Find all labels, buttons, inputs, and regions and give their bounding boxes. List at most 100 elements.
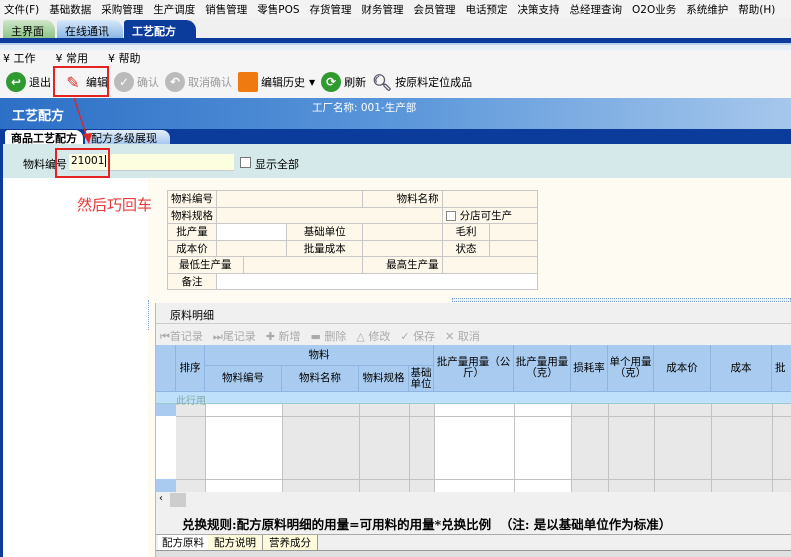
cost-price-field[interactable] xyxy=(215,239,288,257)
col-material-name[interactable]: 物料名称 xyxy=(282,366,359,392)
last-record-button[interactable]: ⏭尾记录 xyxy=(213,328,256,344)
tab-home[interactable]: 主界面 xyxy=(3,20,55,38)
col-batch-kg[interactable]: 批产量用量（公斤） xyxy=(434,345,514,392)
name-field[interactable] xyxy=(441,190,539,208)
filter-row[interactable]: 此行用 xyxy=(156,392,791,407)
modify-button[interactable]: △ 修改 xyxy=(356,328,390,344)
spec-field[interactable] xyxy=(216,206,443,224)
batch-cost-label: 批量成本 xyxy=(286,239,364,257)
cancel-button[interactable]: ✕ 取消 xyxy=(445,328,480,344)
base-unit-field[interactable] xyxy=(362,223,443,241)
col-line xyxy=(772,404,773,492)
splitter[interactable] xyxy=(452,298,791,302)
branch-checkbox[interactable] xyxy=(445,210,456,221)
col-material-spec[interactable]: 物料规格 xyxy=(359,366,409,392)
col-unit-usage[interactable]: 单个用量（克） xyxy=(608,345,654,392)
min-field[interactable] xyxy=(242,256,364,274)
name-label: 物料名称 xyxy=(362,190,443,208)
menu-sales[interactable]: 销售管理 xyxy=(205,2,247,17)
col-batch-g[interactable]: 批产量用量（克） xyxy=(514,345,571,392)
tab-multilevel-formula[interactable]: 配方多级展现 xyxy=(85,130,170,145)
menu-finance[interactable]: 财务管理 xyxy=(362,2,404,17)
col-cost[interactable]: 成本 xyxy=(711,345,772,392)
tab-online-chat[interactable]: 在线通讯 xyxy=(57,20,123,38)
submenu-work-label: 工作 xyxy=(13,52,36,65)
divider xyxy=(156,323,791,324)
scroll-left-icon[interactable]: ‹ xyxy=(159,493,163,504)
col-loss-rate[interactable]: 损耗率 xyxy=(571,345,608,392)
gross-field[interactable] xyxy=(489,223,538,241)
filter-row-label: 此行用 xyxy=(176,396,206,407)
col-line xyxy=(282,404,283,492)
first-record-button[interactable]: ⏮首记录 xyxy=(160,328,203,344)
col-sort[interactable]: 排序 xyxy=(176,345,205,392)
note-field[interactable] xyxy=(216,272,538,290)
show-all-label: 显示全部 xyxy=(255,158,299,171)
branch-producible[interactable]: 分店可生产 xyxy=(441,206,539,224)
locate-label: 按原料定位成品 xyxy=(395,76,473,89)
row-header-corner xyxy=(156,345,176,392)
highlight-edit-box xyxy=(53,66,109,97)
conversion-rule: 兑换规则:配方原料明细的用量=可用料的用量*兑换比例 （注: 是以基础单位作为标… xyxy=(182,517,672,532)
tab-process-formula[interactable]: 工艺配方 xyxy=(124,20,196,38)
edit-history-button[interactable]: 编辑历史 ▼ xyxy=(238,72,315,92)
menu-phone[interactable]: 电话预定 xyxy=(466,2,508,17)
menu-file[interactable]: 文件(F) xyxy=(4,2,39,17)
menu-basic-data[interactable]: 基础数据 xyxy=(49,2,91,17)
splitter-left[interactable] xyxy=(148,300,151,330)
col-cost-price[interactable]: 成本价 xyxy=(654,345,711,392)
menu-help[interactable]: 帮助(H) xyxy=(738,2,775,17)
col-base-unit[interactable]: 基础单位 xyxy=(409,366,434,392)
menu-inventory[interactable]: 存货管理 xyxy=(310,2,352,17)
menu-bar: 文件(F) 基础数据 采购管理 生产调度 销售管理 零售POS 存货管理 财务管… xyxy=(0,0,791,18)
submenu-common-label: 常用 xyxy=(66,52,88,65)
search-icon: 🔍︎ xyxy=(372,72,393,92)
col-group-material: 物料 xyxy=(205,345,434,366)
cancel-confirm-button[interactable]: ↶ 取消确认 xyxy=(165,72,232,92)
book-icon xyxy=(238,72,258,92)
col-material-code[interactable]: 物料编号 xyxy=(205,366,282,392)
main-tabs: 主界面 在线通讯 工艺配方 xyxy=(0,18,791,38)
add-label: 新增 xyxy=(278,330,301,343)
add-button[interactable]: ✚ 新增 xyxy=(266,328,301,344)
col-more[interactable]: 批 xyxy=(772,345,791,392)
menu-purchase[interactable]: 采购管理 xyxy=(101,2,143,17)
cost-price-label: 成本价 xyxy=(167,239,217,257)
code-field[interactable] xyxy=(215,190,364,208)
menu-member[interactable]: 会员管理 xyxy=(414,2,456,17)
status-field[interactable] xyxy=(489,239,538,257)
row-header-blank xyxy=(156,416,176,479)
delete-button[interactable]: ▬ 删除 xyxy=(311,328,347,344)
status-label: 状态 xyxy=(441,239,491,257)
menu-decision[interactable]: 决策支持 xyxy=(518,2,560,17)
submenu-work[interactable]: ¥ 工作 xyxy=(3,50,46,66)
branch-label: 分店可生产 xyxy=(459,209,513,222)
exit-button[interactable]: ↩ 退出 xyxy=(6,72,51,92)
confirm-button[interactable]: ✓ 确认 xyxy=(114,72,159,92)
locate-button[interactable]: 🔍︎ 按原料定位成品 xyxy=(372,72,472,92)
sub-menu: ¥ 工作 ¥ 常用 ¥ 帮助 xyxy=(0,50,791,66)
max-field[interactable] xyxy=(441,256,539,274)
save-button[interactable]: ✓ 保存 xyxy=(400,328,435,344)
batch-field[interactable] xyxy=(215,223,288,241)
refresh-button[interactable]: ⟳ 刷新 xyxy=(321,72,366,92)
menu-gm-query[interactable]: 总经理查询 xyxy=(570,2,623,17)
min-label: 最低生产量 xyxy=(167,256,244,274)
exit-label: 退出 xyxy=(29,76,51,89)
batch-cost-field[interactable] xyxy=(362,239,443,257)
col-line xyxy=(571,404,572,492)
col-line xyxy=(654,404,655,492)
cancel-confirm-label: 取消确认 xyxy=(188,76,232,89)
page-header: 工艺配方 工厂名称: 001-生产部 xyxy=(0,98,791,129)
menu-o2o[interactable]: O2O业务 xyxy=(632,2,676,17)
scroll-thumb[interactable] xyxy=(170,493,186,507)
show-all-checkbox[interactable] xyxy=(240,157,251,168)
submenu-common[interactable]: ¥ 常用 xyxy=(56,50,99,66)
horizontal-scrollbar[interactable]: ‹ xyxy=(156,492,791,508)
highlight-input-box xyxy=(55,148,110,178)
submenu-help[interactable]: ¥ 帮助 xyxy=(108,50,151,66)
dropdown-arrow-icon[interactable]: ▼ xyxy=(309,78,315,87)
menu-production[interactable]: 生产调度 xyxy=(153,2,195,17)
menu-pos[interactable]: 零售POS xyxy=(257,2,299,17)
menu-system[interactable]: 系统维护 xyxy=(686,2,728,17)
